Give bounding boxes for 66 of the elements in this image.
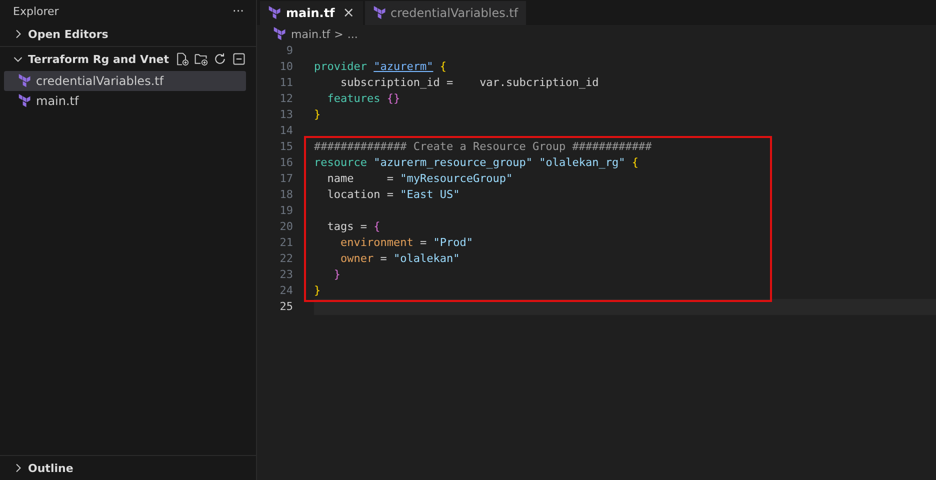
code-token: resource bbox=[314, 156, 368, 169]
code-token: provider bbox=[314, 60, 368, 73]
code-token: {} bbox=[386, 92, 400, 105]
close-button[interactable]: × bbox=[342, 5, 355, 21]
file-item[interactable]: credentialVariables.tf bbox=[4, 71, 246, 91]
code-token: } bbox=[332, 268, 340, 281]
code-token: { bbox=[630, 156, 639, 169]
code-token: owner bbox=[339, 252, 374, 265]
line-number: 17 bbox=[278, 171, 294, 187]
code-token: { bbox=[438, 60, 446, 73]
section-label: Outline bbox=[28, 462, 74, 474]
line-number: 24 bbox=[278, 283, 294, 299]
code-token: tags = bbox=[326, 220, 368, 233]
terraform-logo-icon bbox=[372, 6, 387, 20]
code-token: "azurerm_resource_group" "olalekan_rg" bbox=[374, 156, 626, 169]
code-token: } bbox=[314, 108, 321, 121]
code-token: features bbox=[326, 92, 382, 105]
new-file-icon bbox=[175, 52, 189, 66]
code-token: "azurerm" bbox=[374, 60, 434, 73]
breadcrumb-separator: > bbox=[334, 28, 344, 40]
code-token: name = bbox=[326, 172, 394, 185]
line-number: 18 bbox=[278, 187, 294, 203]
line-number: 23 bbox=[278, 267, 294, 283]
code-token: } bbox=[314, 284, 321, 297]
collapse-all-icon bbox=[232, 52, 246, 66]
code-token: "olalekan" bbox=[393, 252, 460, 265]
editor-tab[interactable]: credentialVariables.tf bbox=[364, 1, 526, 25]
code-token: = bbox=[418, 236, 428, 249]
code-token: "myResourceGroup" bbox=[400, 172, 513, 185]
code-token: subscription_id = var.subcription_id bbox=[339, 76, 599, 89]
line-number: 9 bbox=[285, 43, 294, 59]
line-number: 21 bbox=[278, 235, 294, 251]
section-header[interactable]: Outline bbox=[0, 455, 256, 480]
line-number: 16 bbox=[278, 155, 294, 171]
new-folder-icon bbox=[194, 52, 208, 66]
line-number: 20 bbox=[278, 219, 294, 235]
terraform-logo-icon bbox=[273, 27, 287, 41]
code-token: { bbox=[374, 220, 380, 233]
terraform-logo-icon bbox=[18, 94, 32, 108]
breadcrumb-item[interactable]: ... bbox=[347, 28, 358, 40]
line-number: 12 bbox=[278, 91, 294, 107]
line-number: 13 bbox=[278, 107, 294, 123]
section-header[interactable]: Open Editors bbox=[0, 22, 256, 46]
terraform-logo-icon bbox=[268, 6, 282, 20]
line-number: 10 bbox=[278, 59, 294, 75]
more-actions-button[interactable]: ··· bbox=[232, 4, 244, 18]
editor-tab[interactable]: main.tf × bbox=[260, 1, 363, 25]
code-token: ############## Create a Resource Group ############ bbox=[314, 140, 652, 153]
breadcrumb-item[interactable]: main.tf bbox=[291, 28, 330, 40]
refresh-icon bbox=[213, 52, 227, 66]
line-number: 11 bbox=[278, 75, 294, 91]
section-label: Open Editors bbox=[28, 28, 108, 40]
code-token: environment bbox=[339, 236, 414, 249]
line-number: 25 bbox=[278, 299, 294, 315]
code-token: "Prod" bbox=[433, 236, 473, 249]
file-item[interactable]: main.tf bbox=[4, 91, 246, 111]
line-number: 19 bbox=[278, 203, 294, 219]
code-token: = bbox=[379, 252, 388, 265]
line-number: 14 bbox=[278, 123, 294, 139]
terraform-logo-icon bbox=[18, 74, 32, 88]
code-token: "East US" bbox=[400, 188, 460, 201]
code-token: location = bbox=[326, 188, 394, 201]
section-label: Terraform Rg and Vnet bbox=[28, 52, 170, 66]
line-number: 22 bbox=[278, 251, 294, 267]
line-number: 15 bbox=[278, 139, 294, 155]
panel-title: Explorer bbox=[13, 4, 59, 18]
